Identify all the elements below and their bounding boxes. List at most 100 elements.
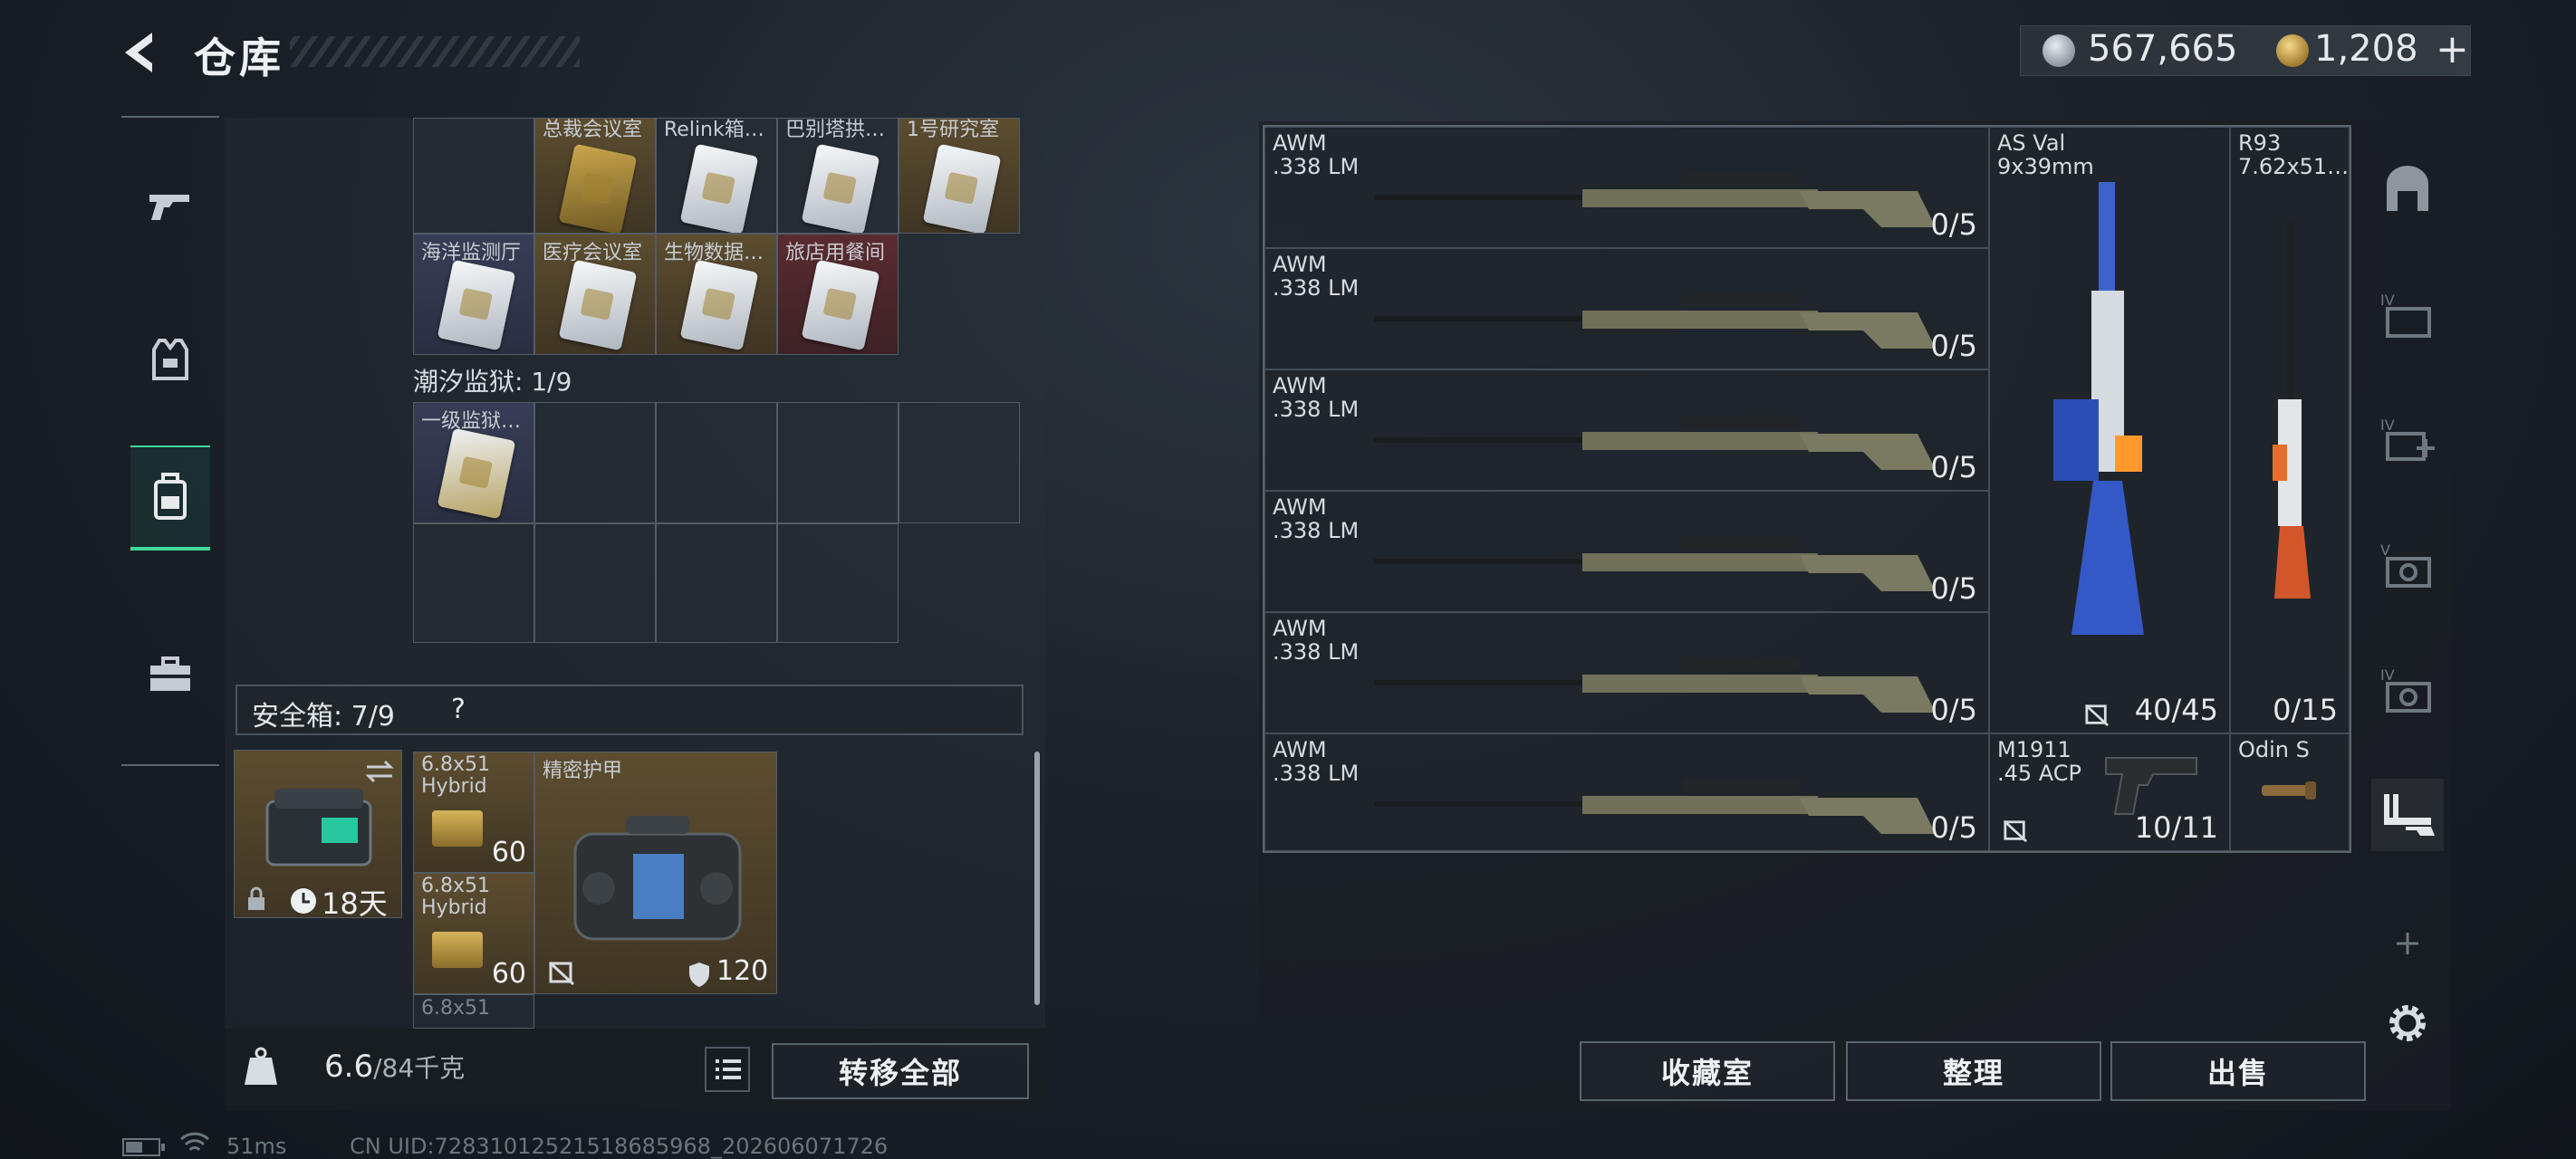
empty-slot[interactable] [413,523,534,643]
empty-slot[interactable] [656,402,777,523]
keycard-slot[interactable]: 一级监狱… [413,402,534,523]
keycard-slot[interactable]: 海洋监测厅 [413,234,534,355]
svg-text:IV: IV [2380,666,2395,684]
weapon-name: AWM .338 LM [1273,494,1360,543]
ammo-box-icon [432,932,483,968]
sniper-rifle-icon [1374,658,1936,713]
sniper-rifle-icon [1374,780,1936,834]
weapon-item-awm[interactable]: AWM .338 LM 0/5 [1264,733,1989,851]
safe-box-days: 18天 [322,886,388,918]
transfer-all-button[interactable]: 转移全部 [772,1043,1029,1099]
ammo-item[interactable]: 6.8x51 Hybrid 60 [413,752,534,873]
weapon-name: AWM .338 LM [1273,130,1360,179]
weight-bar: 6.6/84千克 转移全部 [225,1029,1045,1110]
ammo-count: 40/45 [2134,693,2218,727]
left-scrollbar[interactable] [1034,752,1040,1005]
list-view-button[interactable] [705,1047,750,1092]
pistol-icon [2105,757,2197,815]
armor-durability: 120 [716,955,769,987]
safe-box-icon [265,789,372,867]
nav-toolbox[interactable] [130,625,210,724]
keycard-icon [801,259,880,351]
sniper-rifle-icon [2273,218,2311,599]
add-currency-button[interactable]: + [2436,26,2469,72]
wifi-icon [179,1132,210,1152]
item-name: 6.8x51 Hybrid [421,753,491,798]
gold-coin-icon [2276,34,2309,67]
empty-slot[interactable] [899,402,1020,523]
weapon-name: Odin S [2238,737,2310,762]
keycard-slot[interactable]: 总裁会议室 [534,118,656,234]
keycard-slot[interactable]: Relink箱… [656,118,777,234]
empty-slot[interactable] [534,402,656,523]
safe-box-header[interactable]: 安全箱: 7/9 ? [235,685,1024,735]
nav-equipment[interactable] [130,310,210,409]
tab-storage-iv-c[interactable]: IV [2371,654,2444,726]
silver-currency-value: 567,665 [2088,28,2238,70]
weapon-item-awm[interactable]: AWM .338 LM 0/5 [1264,491,1989,612]
empty-slot[interactable] [413,118,534,234]
item-name: 6.8x51 [421,997,491,1020]
armor-item[interactable]: 精密护甲 120 [534,752,777,994]
ammo-count: 0/5 [1930,450,1978,484]
ammo-item[interactable]: 6.8x51 Hybrid 60 [413,873,534,994]
weapon-name: AWM .338 LM [1273,373,1360,422]
empty-slot[interactable] [777,402,899,523]
item-name: 6.8x51 Hybrid [421,875,491,919]
empty-slot[interactable] [534,523,656,643]
empty-slot[interactable] [777,523,899,643]
no-trade-icon [548,961,575,986]
keycard-slot[interactable]: 1号研究室 [899,118,1020,234]
weapon-item-odin[interactable]: Odin S [2230,733,2350,851]
sell-button[interactable]: 出售 [2110,1041,2366,1101]
nav-weapons[interactable] [130,156,210,255]
ammo-item[interactable]: 6.8x51 [413,994,534,1029]
keycard-slot[interactable]: 巴别塔拱… [777,118,899,234]
weapon-name: AWM .338 LM [1273,737,1360,786]
weight-current: 6.6/84千克 [324,1049,465,1085]
empty-slot[interactable] [656,523,777,643]
keycard-label: Relink箱… [664,119,764,141]
keycard-icon [679,143,759,233]
keycard-icon [801,143,880,233]
collection-room-button[interactable]: 收藏室 [1580,1041,1835,1101]
weapon-item-awm[interactable]: AWM .338 LM 0/5 [1264,369,1989,491]
swap-icon[interactable] [363,758,396,785]
clock-icon [291,888,316,914]
weapon-item-asval[interactable]: AS Val 9x39mm 40/45 [1989,127,2230,733]
ammo-count: 0/5 [1930,693,1978,727]
weapon-item-awm[interactable]: AWM .338 LM 0/5 [1264,248,1989,369]
keycard-label: 巴别塔拱… [785,119,886,141]
weapon-item-r93[interactable]: R93 7.62x51… 0/15 [2230,127,2350,733]
keycard-slot[interactable]: 旅店用餐间 [777,234,899,355]
weapon-item-m1911[interactable]: M1911 .45 ACP 10/11 [1989,733,2230,851]
gold-currency-value: 1,208 [2314,28,2418,70]
tab-safe[interactable] [2371,154,2444,226]
add-tab-button[interactable] [2371,907,2444,980]
keycard-icon [558,259,638,351]
svg-text:IV: IV [2380,417,2395,434]
tab-storage-iv-a[interactable]: IV [2371,279,2444,351]
weapon-item-awm[interactable]: AWM .338 LM 0/5 [1264,612,1989,733]
weapon-rack-icon [2384,794,2435,836]
tab-storage-iv-b[interactable]: IV [2371,404,2444,476]
tab-storage-v[interactable]: V [2371,529,2444,601]
help-icon[interactable]: ? [451,694,466,725]
medical-iv-icon: IV [2380,417,2435,461]
safe-box-slot[interactable]: 18天 [234,750,402,918]
settings-button[interactable] [2371,987,2444,1059]
sort-button[interactable]: 整理 [1846,1041,2101,1101]
tab-weapons[interactable] [2371,779,2444,851]
keycard-slot[interactable]: 生物数据… [656,234,777,355]
svg-text:V: V [2380,541,2390,559]
weapon-item-awm[interactable]: AWM .338 LM 0/5 [1264,127,1989,248]
nav-containers[interactable] [130,445,210,551]
back-arrow-icon[interactable] [116,27,161,78]
storage-tabs: IV IV V IV [2364,127,2451,1041]
prison-section-title: 潮汐监狱: 1/9 [413,367,572,397]
weight-icon [245,1047,277,1085]
keycard-label: 海洋监测厅 [421,242,522,264]
keycard-slot[interactable]: 医疗会议室 [534,234,656,355]
battery-icon [122,1138,165,1156]
camera-v-icon: V [2380,541,2431,588]
